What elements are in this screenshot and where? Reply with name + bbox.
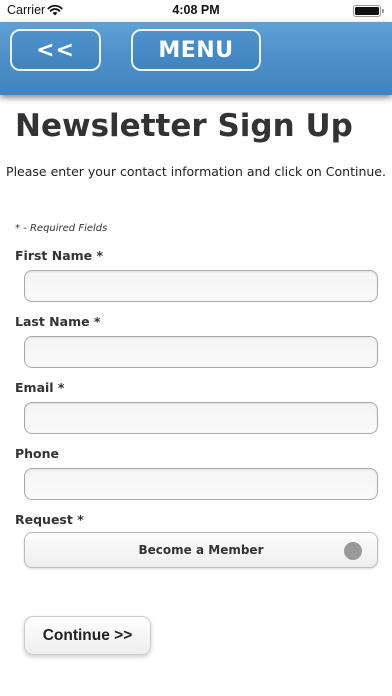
continue-button[interactable]: Continue >> bbox=[24, 616, 151, 655]
battery-icon bbox=[353, 5, 381, 17]
dropdown-indicator-icon bbox=[344, 542, 362, 560]
email-field[interactable] bbox=[24, 402, 378, 434]
request-select[interactable]: Become a Member bbox=[24, 532, 378, 568]
header-bar: << MENU bbox=[0, 22, 392, 95]
request-selected-value: Become a Member bbox=[138, 543, 264, 557]
intro-text: Please enter your contact information an… bbox=[6, 164, 386, 179]
status-time: 4:08 PM bbox=[172, 3, 220, 17]
battery-tip bbox=[382, 9, 384, 13]
phone-field[interactable] bbox=[24, 468, 378, 500]
page-title: Newsletter Sign Up bbox=[15, 108, 353, 144]
back-button[interactable]: << bbox=[10, 29, 101, 71]
menu-button[interactable]: MENU bbox=[131, 29, 261, 71]
phone-label: Phone bbox=[15, 446, 60, 461]
email-label: Email * bbox=[15, 380, 65, 395]
last-name-field[interactable] bbox=[24, 336, 378, 368]
first-name-field[interactable] bbox=[24, 270, 378, 302]
last-name-label: Last Name * bbox=[15, 314, 101, 329]
request-label: Request * bbox=[15, 512, 84, 527]
required-fields-note: * - Required Fields bbox=[15, 223, 108, 234]
status-bar: Carrier 4:08 PM bbox=[0, 0, 392, 22]
first-name-label: First Name * bbox=[15, 248, 104, 263]
